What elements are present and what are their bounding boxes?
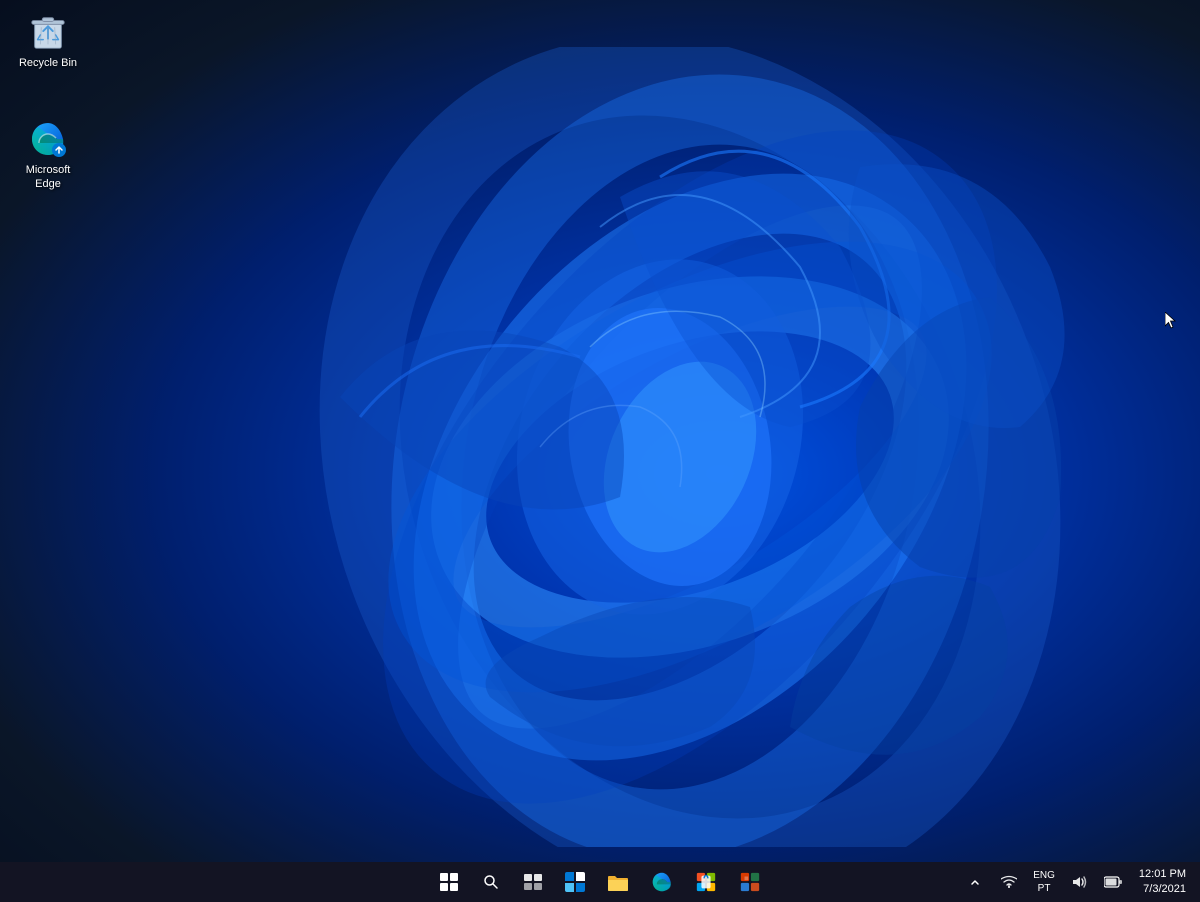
microsoft-edge-icon[interactable]: Microsoft Edge [8, 115, 88, 196]
start-button[interactable] [430, 863, 468, 901]
system-tray: ENG PT 12:01 PM 7/3/2021 [961, 865, 1192, 900]
network-icon-button[interactable] [995, 868, 1023, 896]
office-icon [739, 871, 761, 893]
desktop: Recycle Bin [0, 0, 1200, 862]
show-hidden-icons-button[interactable] [961, 868, 989, 896]
windows-logo [440, 873, 458, 891]
widgets-button[interactable] [556, 863, 594, 901]
battery-icon [1104, 876, 1122, 888]
taskbar-edge-icon [651, 871, 673, 893]
recycle-bin-image [28, 12, 68, 52]
language-button[interactable]: ENG PT [1029, 867, 1059, 897]
office-button[interactable] [730, 863, 770, 901]
task-view-icon [524, 874, 542, 890]
language-text: ENG PT [1033, 869, 1055, 895]
taskbar-center [430, 863, 770, 901]
search-icon [483, 874, 499, 890]
widgets-icon [565, 872, 585, 892]
store-button[interactable] [686, 863, 726, 901]
file-explorer-icon [607, 872, 629, 892]
taskbar: ENG PT 12:01 PM 7/3/2021 [0, 862, 1200, 902]
recycle-bin-label: Recycle Bin [19, 56, 77, 70]
mouse-cursor [1165, 312, 1177, 330]
file-explorer-button[interactable] [598, 863, 638, 901]
speaker-icon [1071, 875, 1087, 889]
edge-image [28, 119, 68, 159]
clock-button[interactable]: 12:01 PM 7/3/2021 [1133, 865, 1192, 900]
network-icon [1001, 875, 1017, 889]
taskbar-edge-button[interactable] [642, 863, 682, 901]
task-view-button[interactable] [514, 863, 552, 901]
clock-time: 12:01 PM [1139, 867, 1186, 882]
store-icon [695, 871, 717, 893]
recycle-bin-icon[interactable]: Recycle Bin [8, 8, 88, 74]
edge-label: Microsoft Edge [12, 163, 84, 192]
wallpaper-bloom [240, 47, 1140, 847]
chevron-up-icon [970, 877, 980, 887]
battery-button[interactable] [1099, 868, 1127, 896]
speaker-button[interactable] [1065, 868, 1093, 896]
search-button[interactable] [472, 863, 510, 901]
clock-date: 7/3/2021 [1143, 882, 1186, 897]
